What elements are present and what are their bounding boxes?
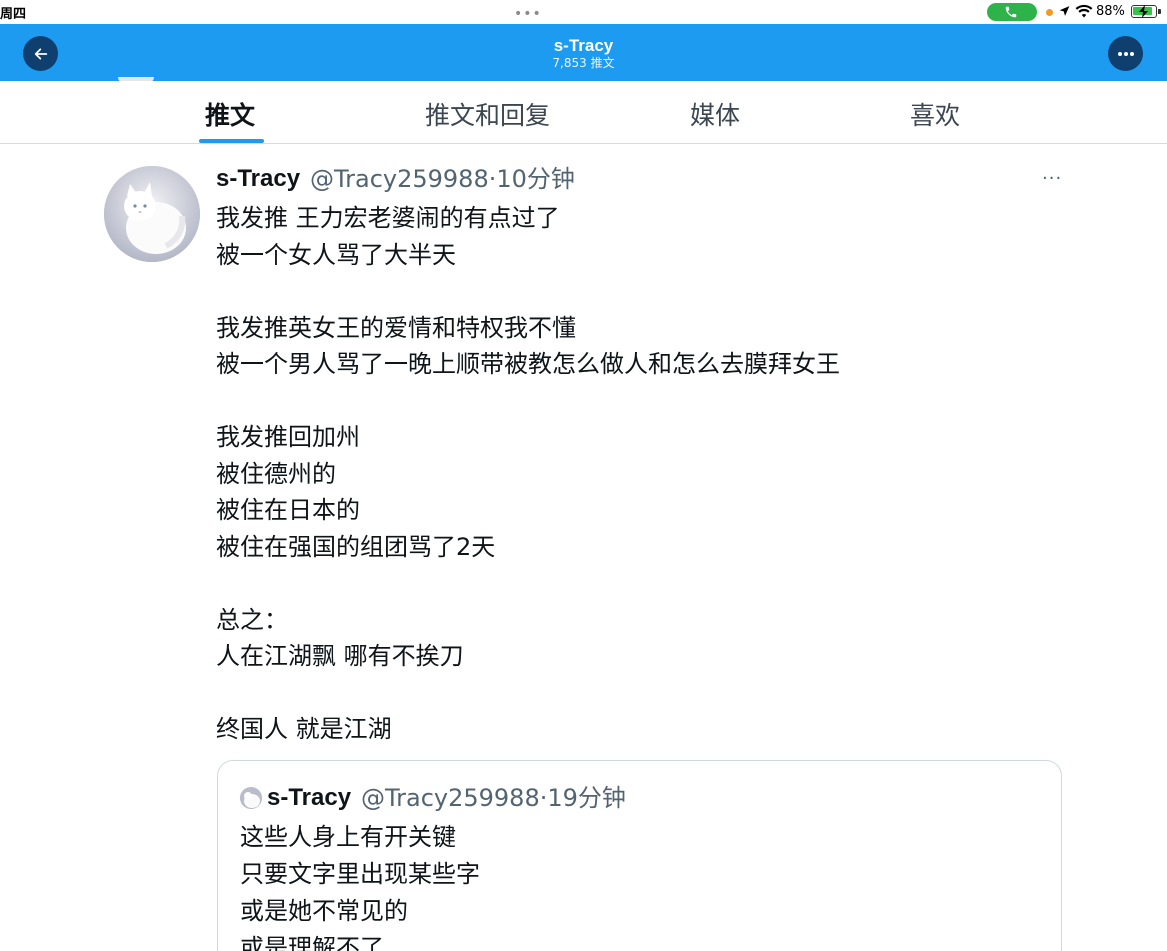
tweet-line: 我发推英女王的爱情和特权我不懂 xyxy=(216,313,576,342)
multitasking-dots-icon[interactable]: ••• xyxy=(514,6,542,22)
header-title: s-Tracy xyxy=(553,36,614,55)
battery-percent: 88% xyxy=(1096,4,1125,19)
status-day: 周四 xyxy=(0,7,27,22)
profile-header: s-Tracy 7,853 推文 xyxy=(0,24,1167,81)
header-tweet-count: 7,853 推文 xyxy=(552,56,615,70)
call-indicator[interactable] xyxy=(987,3,1037,21)
mic-indicator-dot xyxy=(1046,9,1053,16)
more-options-button[interactable] xyxy=(1108,36,1143,71)
tweet-line: 我发推 王力宏老婆闹的有点过了 xyxy=(216,204,560,232)
cat-avatar-image xyxy=(104,166,200,262)
tweet-handle-time[interactable]: @Tracy259988·10分钟 xyxy=(310,164,575,194)
quoted-handle-time: @Tracy259988·19分钟 xyxy=(361,784,626,812)
active-tab-indicator xyxy=(199,139,264,143)
tweet-text: 我发推 王力宏老婆闹的有点过了 被一个女人骂了大半天 我发推英女王的爱情和特权我… xyxy=(216,200,1076,748)
tweet-line: 被一个男人骂了一晚上顺带被教怎么做人和怎么去膜拜女王 xyxy=(216,350,840,378)
location-icon xyxy=(1059,6,1070,16)
quoted-line: 这些人身上有开关键 xyxy=(240,823,456,851)
tweet-line: 被住在强国的组团骂了2天 xyxy=(216,532,496,561)
avatar[interactable] xyxy=(104,166,200,262)
quoted-avatar xyxy=(240,787,262,809)
phone-icon xyxy=(1005,6,1017,18)
tab-tweets[interactable]: 推文 xyxy=(205,101,255,131)
tweet-line: 被住德州的 xyxy=(216,459,336,488)
more-horizontal-icon xyxy=(1117,51,1134,56)
cat-avatar-image xyxy=(240,787,262,809)
tweet-line: 终国人 就是江湖 xyxy=(216,715,392,743)
quoted-text: 这些人身上有开关键 只要文字里出现某些字 或是她不常见的 或是理解不了 xyxy=(240,819,1040,951)
status-bar: 周四 ••• 88% xyxy=(0,0,1167,24)
tweet-line: 被一个女人骂了大半天 xyxy=(216,240,456,269)
quoted-line: 或是她不常见的 xyxy=(240,897,408,925)
tab-media[interactable]: 媒体 xyxy=(690,101,740,131)
tweet-line: 人在江湖飘 哪有不挨刀 xyxy=(216,642,464,670)
quoted-author-name: s-Tracy xyxy=(267,784,352,811)
quoted-line: 或是理解不了 xyxy=(240,934,384,951)
profile-tabs: 推文 推文和回复 媒体 喜欢 xyxy=(0,81,1167,144)
tweet-more-icon[interactable]: ··· xyxy=(1042,168,1062,189)
quoted-line: 只要文字里出现某些字 xyxy=(240,860,480,888)
tweet-line: 总之： xyxy=(216,605,288,634)
tab-tweets-replies[interactable]: 推文和回复 xyxy=(425,101,550,131)
tweet-author-name[interactable]: s-Tracy xyxy=(216,164,300,194)
tab-likes[interactable]: 喜欢 xyxy=(910,101,960,131)
charging-bolt-icon xyxy=(1139,5,1148,18)
tweet-line: 被住在日本的 xyxy=(216,496,360,524)
wifi-icon xyxy=(1075,4,1093,18)
quoted-tweet[interactable]: s-Tracy @Tracy259988·19分钟 这些人身上有开关键 只要文字… xyxy=(217,760,1062,951)
tweet-line: 我发推回加州 xyxy=(216,423,360,451)
